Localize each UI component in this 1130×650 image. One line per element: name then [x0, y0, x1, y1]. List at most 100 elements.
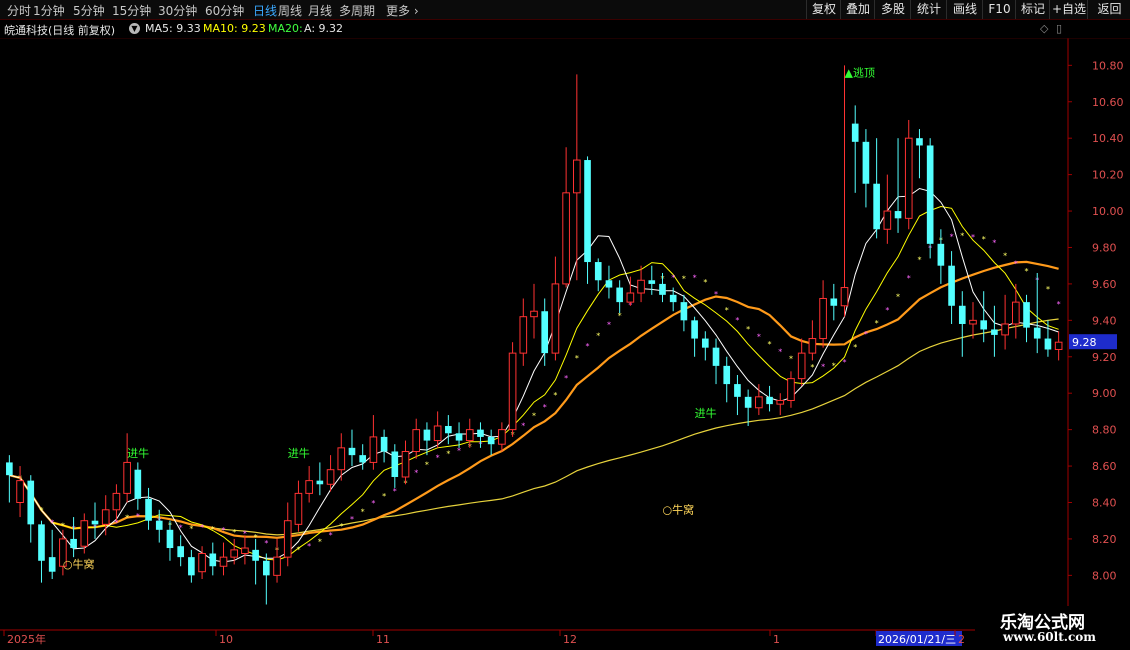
band-dot: * [318, 537, 322, 546]
candle-body [70, 538, 77, 549]
x-tick-label: 10 [219, 633, 233, 646]
candle-body [283, 520, 292, 558]
band-dot: * [810, 363, 814, 372]
window-icon[interactable]: ▯ [1056, 22, 1062, 35]
x-tick-label: 2 [958, 633, 965, 646]
settings-icon[interactable]: ◇ [1040, 22, 1048, 35]
x-tick-label: 2026/01/21/三 [878, 633, 956, 646]
toolbar-button[interactable]: +自选 [1049, 0, 1088, 19]
candle-body [423, 429, 431, 441]
period-tab[interactable]: 更多 › [386, 2, 419, 19]
signal-label: ○牛窝 [63, 557, 95, 571]
y-tick-label: 9.40 [1092, 314, 1117, 327]
ma10-line [9, 205, 1059, 561]
candlestick-chart: 10.80 10.60 10.40 10.20 10.00 9.80 9.60 9.40 9.2… [0, 38, 1130, 650]
toolbar-button[interactable]: 统计 [910, 0, 947, 19]
candle-body [541, 311, 549, 354]
band-dot: * [1025, 267, 1029, 276]
candle-body [498, 429, 506, 445]
y-tick-label: 8.00 [1092, 569, 1117, 582]
candle-body [958, 305, 966, 324]
period-tab[interactable]: 15分钟 [112, 2, 151, 19]
y-tick-label: 8.40 [1092, 496, 1117, 509]
candle-body [1001, 323, 1009, 336]
band-dot: * [125, 514, 129, 523]
candle-body [819, 297, 827, 340]
toolbar-button[interactable]: 标记 [1015, 0, 1050, 19]
toolbar-button[interactable]: 多股 [874, 0, 911, 19]
band-dot: * [414, 469, 418, 478]
band-dot: * [917, 255, 921, 264]
candle-body [252, 549, 259, 561]
toolbar-button[interactable]: F10 [982, 0, 1016, 19]
y-tick-label: 8.60 [1092, 460, 1117, 473]
ma5-line [9, 187, 1059, 563]
candle-body [883, 210, 892, 230]
band-dot: * [821, 363, 825, 372]
candle-body [562, 192, 570, 285]
candle-body [766, 396, 773, 405]
candle-body [594, 262, 602, 281]
watermark-url: www.60lt.com [1003, 630, 1096, 644]
period-tab[interactable]: 分时 [7, 2, 31, 19]
y-tick-label: 8.80 [1092, 424, 1117, 437]
y-tick-label: 10.40 [1092, 132, 1124, 145]
candle-body [776, 399, 785, 405]
signal-label: ○牛窝 [662, 502, 694, 516]
toolbar-button[interactable]: 返回 [1087, 0, 1130, 19]
candle-body [669, 294, 677, 303]
candle-body [916, 138, 923, 146]
period-tab[interactable]: 多周期 [339, 2, 375, 19]
band-dot: * [425, 460, 429, 469]
band-dot: * [1057, 300, 1061, 309]
period-tab[interactable]: 1分钟 [33, 2, 65, 19]
y-tick-label: 8.20 [1092, 533, 1117, 546]
candle-body [433, 425, 442, 442]
band-dot: * [382, 492, 386, 501]
toolbar-button[interactable]: 画线 [946, 0, 983, 19]
candle-body [487, 436, 495, 445]
toolbar-button[interactable]: 复权 [806, 0, 841, 19]
stock-name[interactable]: 皖通科技(日线 前复权) [4, 22, 115, 38]
period-tab[interactable]: 月线 [308, 2, 332, 19]
candle-body [584, 160, 591, 263]
period-tab[interactable]: 日线 [253, 2, 277, 19]
candle-body [155, 520, 163, 530]
y-tick-label: 10.20 [1092, 169, 1124, 182]
y-tick-label: 10.80 [1092, 59, 1124, 72]
candle-body [755, 396, 763, 409]
candle-body [263, 560, 270, 576]
band-dot: * [853, 343, 857, 352]
candle-body [348, 447, 356, 456]
candle-body [797, 352, 806, 380]
candle-body [326, 469, 335, 485]
candle-body [241, 547, 249, 554]
period-tab[interactable]: 5分钟 [73, 2, 105, 19]
candle-body [273, 556, 281, 576]
toolbar-button[interactable]: 叠加 [840, 0, 875, 19]
candle-body [166, 529, 174, 549]
x-tick-label: 11 [376, 633, 390, 646]
band-dot: * [553, 391, 557, 400]
dropdown-icon[interactable]: ▼ [129, 23, 140, 34]
candle-body [305, 480, 313, 494]
band-dot: * [189, 525, 193, 534]
candle-body [980, 320, 988, 330]
candle-body [359, 455, 367, 463]
candle-body [1044, 338, 1052, 350]
period-tab[interactable]: 30分钟 [158, 2, 197, 19]
candle-body [48, 557, 56, 572]
period-tab[interactable]: 60分钟 [205, 2, 244, 19]
candle-body [701, 338, 709, 348]
band-dot: * [232, 528, 236, 537]
band-dot: * [564, 374, 568, 383]
candle-body [209, 553, 217, 567]
candle-body [230, 549, 239, 558]
y-tick-label: 9.20 [1092, 351, 1117, 364]
band-dot: * [982, 235, 986, 244]
candle-body [948, 265, 955, 306]
candle-body [712, 347, 720, 366]
period-tab[interactable]: 周线 [278, 2, 302, 19]
candle-body [1023, 302, 1030, 328]
band-dot: * [703, 278, 707, 287]
